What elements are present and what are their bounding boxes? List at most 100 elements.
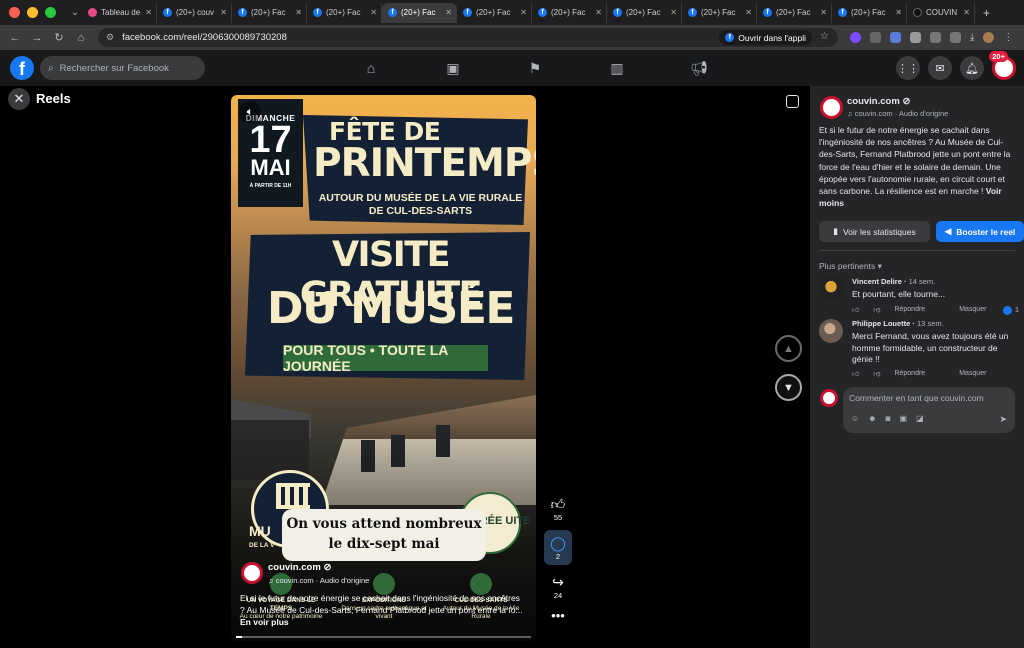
browser-tab[interactable]: f (20+) Fac ✕	[832, 2, 907, 23]
close-tab-icon[interactable]: ✕	[963, 8, 970, 17]
boost-reel-button[interactable]: ◀ Booster le reel	[936, 221, 1024, 242]
browser-tab[interactable]: f (20+) Fac ✕	[307, 2, 382, 23]
sticker-icon[interactable]: ◪	[916, 414, 924, 423]
forward-arrow-icon[interactable]: →	[26, 32, 48, 44]
dislike-icon[interactable]: 👎︎	[873, 369, 880, 378]
reply-link[interactable]: Répondre	[894, 370, 925, 377]
dislike-icon[interactable]: 👎︎	[873, 305, 880, 314]
close-tab-icon[interactable]: ✕	[520, 8, 527, 17]
video-progress-bar[interactable]	[236, 636, 531, 638]
facebook-favicon-icon: f	[163, 8, 172, 17]
page-title: Reels	[36, 91, 71, 106]
extensions-puzzle-icon[interactable]	[930, 32, 941, 43]
camera-icon[interactable]: ◙	[886, 414, 891, 423]
browser-tab[interactable]: f (20+) Fac ✕	[682, 2, 757, 23]
close-tab-icon[interactable]: ✕	[295, 8, 302, 17]
reload-icon[interactable]: ↻	[48, 31, 70, 44]
gif-icon[interactable]: ▣	[899, 414, 907, 423]
new-tab-button[interactable]: +	[975, 6, 998, 20]
hide-link[interactable]: Masquer	[959, 306, 986, 313]
see-more-link[interactable]: En voir plus	[240, 617, 289, 627]
close-tab-icon[interactable]: ✕	[145, 8, 152, 17]
reel-video[interactable]: DIMANCHE 17 MAI À PARTIR DE 11H 🔈︎ FÊTE …	[231, 95, 536, 641]
commenter-name[interactable]: Vincent Delire · 14 sem.	[852, 277, 935, 286]
browser-tab[interactable]: f (20+) Fac ✕	[232, 2, 307, 23]
like-icon[interactable]: 👍︎	[852, 369, 859, 378]
author-avatar[interactable]	[820, 96, 843, 119]
comment-input[interactable]: Commenter en tant que couvin.com	[849, 393, 984, 403]
author-name[interactable]: couvin.com ⊘	[847, 96, 910, 107]
browser-tab[interactable]: f (20+) Fac ✕	[532, 2, 607, 23]
back-arrow-icon[interactable]: ←	[4, 32, 26, 44]
maximize-window-button[interactable]	[45, 7, 56, 18]
commenter-avatar[interactable]	[819, 277, 843, 301]
notifications-bell-icon[interactable]: 🔔︎ 20+	[960, 51, 1008, 80]
browser-tab-active[interactable]: f (20+) Fac ✕	[382, 2, 457, 23]
menu-grid-icon[interactable]: ⋮⋮	[896, 56, 920, 80]
avatar-sticker-icon[interactable]: ☺	[851, 414, 859, 423]
close-tab-icon[interactable]: ✕	[745, 8, 752, 17]
share-button[interactable]: ↪ 24	[544, 573, 572, 600]
home-icon[interactable]: ⌂	[70, 32, 92, 44]
flag-icon[interactable]: ⚑	[494, 50, 576, 86]
open-in-app-button[interactable]: f Ouvrir dans l'appli	[719, 30, 812, 45]
extension-icon[interactable]	[870, 32, 881, 43]
poster-day: 17	[249, 119, 292, 161]
close-tab-icon[interactable]: ✕	[370, 8, 377, 17]
sidebar-panel-icon[interactable]	[950, 32, 961, 43]
extension-icon[interactable]	[910, 32, 921, 43]
chart-icon[interactable]: ▥	[576, 50, 658, 86]
close-window-button[interactable]	[9, 7, 20, 18]
previous-reel-button[interactable]: ▲	[775, 335, 802, 362]
like-button[interactable]: 👍︎ 55	[544, 495, 572, 522]
emoji-icon[interactable]: ☻	[868, 414, 876, 423]
like-icon[interactable]: 👍︎	[852, 305, 859, 314]
close-tab-icon[interactable]: ✕	[670, 8, 677, 17]
facebook-logo[interactable]: f	[10, 56, 34, 80]
address-bar[interactable]: ⚙ facebook.com/reel/2906300089730208 f Ou…	[98, 28, 838, 47]
author-name[interactable]: couvin.com ⊘	[268, 562, 331, 573]
extension-icon[interactable]	[850, 32, 861, 43]
download-icon[interactable]: ⤓	[970, 32, 974, 43]
browser-tab[interactable]: f (20+) Fac ✕	[607, 2, 682, 23]
audio-source[interactable]: ♫ couvin.com · Audio d'origine	[268, 576, 369, 585]
video-icon[interactable]: ▣	[412, 50, 494, 86]
browser-tab[interactable]: COUVIN ✕	[907, 2, 975, 23]
toggle-panel-icon[interactable]	[786, 95, 799, 108]
close-tab-icon[interactable]: ✕	[895, 8, 902, 17]
send-icon[interactable]: ➤	[999, 414, 1007, 425]
comment-sort-dropdown[interactable]: Plus pertinents ▾	[819, 261, 882, 272]
next-reel-button[interactable]: ▼	[775, 374, 802, 401]
extension-icon[interactable]	[890, 32, 901, 43]
browser-tab[interactable]: f (20+) Fac ✕	[457, 2, 532, 23]
profile-avatar-icon[interactable]	[983, 32, 995, 43]
close-tab-icon[interactable]: ✕	[220, 8, 227, 17]
author-avatar[interactable]	[241, 562, 263, 584]
more-options-icon[interactable]: •••	[544, 608, 572, 623]
site-settings-icon[interactable]: ⚙	[106, 32, 114, 43]
mute-icon[interactable]: 🔈︎	[239, 101, 261, 123]
view-stats-button[interactable]: ▮ Voir les statistiques	[819, 221, 930, 242]
browser-menu-icon[interactable]: ⋮	[1003, 32, 1013, 43]
hide-link[interactable]: Masquer	[959, 370, 986, 377]
browser-tab[interactable]: f (20+) Fac ✕	[757, 2, 832, 23]
browser-tab[interactable]: Tableau de ✕	[82, 2, 157, 23]
comment-button[interactable]: ◯ 2	[544, 530, 572, 565]
minimize-window-button[interactable]	[27, 7, 38, 18]
close-tab-icon[interactable]: ✕	[445, 8, 452, 17]
close-tab-icon[interactable]: ✕	[820, 8, 827, 17]
audio-source[interactable]: ♫ couvin.com · Audio d'origine	[847, 109, 948, 118]
home-icon[interactable]: ⌂	[330, 50, 412, 86]
search-input[interactable]: ⌕ Rechercher sur Facebook	[40, 56, 205, 80]
bookmark-star-icon[interactable]: ☆	[820, 31, 829, 42]
reply-link[interactable]: Répondre	[894, 306, 925, 313]
tab-list-chevron-icon[interactable]: ⌄	[68, 7, 82, 18]
megaphone-icon[interactable]: 📢︎	[658, 50, 740, 86]
close-reels-button[interactable]: ✕	[8, 88, 30, 110]
browser-tab[interactable]: f (20+) couv ✕	[157, 2, 232, 23]
commenter-name[interactable]: Philippe Louette · 13 sem.	[852, 319, 944, 328]
close-tab-icon[interactable]: ✕	[595, 8, 602, 17]
commenter-avatar[interactable]	[819, 319, 843, 343]
comment-composer[interactable]: Commenter en tant que couvin.com ☺ ☻ ◙ ▣…	[843, 387, 1015, 433]
messenger-icon[interactable]: ✉	[928, 56, 952, 80]
